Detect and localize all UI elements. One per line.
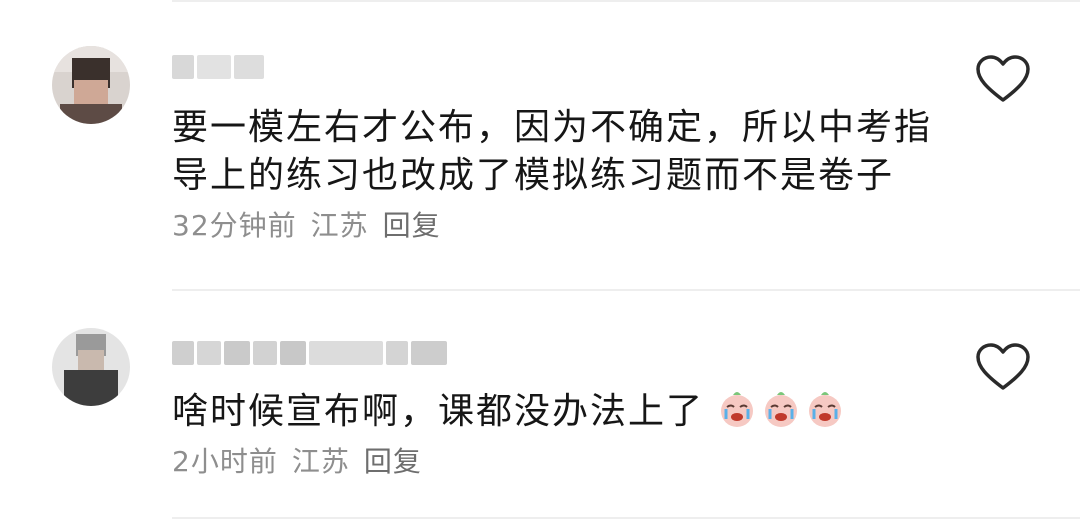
avatar[interactable] [52, 46, 130, 124]
reply-button[interactable]: 回复 [364, 445, 422, 478]
comment-time: 2小时前 [172, 445, 278, 478]
heart-outline-icon[interactable] [975, 342, 1031, 392]
top-divider [172, 0, 1080, 2]
crying-face-icon [765, 392, 798, 427]
comment-time: 32分钟前 [172, 209, 297, 242]
comment-location: 江苏 [310, 209, 369, 242]
comment-location: 江苏 [291, 445, 350, 478]
comment-text: 啥时候宣布啊，课都没办法上了 [172, 388, 932, 436]
comment-divider [172, 289, 1080, 291]
crying-face-icon [809, 392, 842, 427]
comment-text: 要一模左右才公布，因为不确定，所以中考指导上的练习也改成了模拟练习题而不是卷子 … [172, 104, 932, 250]
username-blurred[interactable] [172, 52, 264, 82]
username-blurred[interactable] [172, 338, 447, 368]
avatar[interactable] [52, 328, 130, 406]
reply-button[interactable]: 回复 [383, 209, 441, 242]
heart-outline-icon[interactable] [975, 54, 1031, 104]
bottom-divider [172, 517, 1080, 519]
comment-body: 要一模左右才公布，因为不确定，所以中考指导上的练习也改成了模拟练习题而不是卷子 [172, 107, 933, 196]
comment-meta: 32分钟前 江苏 回复 [172, 209, 455, 242]
comment-meta: 2小时前 江苏 回复 [172, 440, 436, 480]
comment-body: 啥时候宣布啊，课都没办法上了 [172, 391, 705, 432]
emoji-group [717, 391, 849, 432]
crying-face-icon [721, 392, 754, 427]
